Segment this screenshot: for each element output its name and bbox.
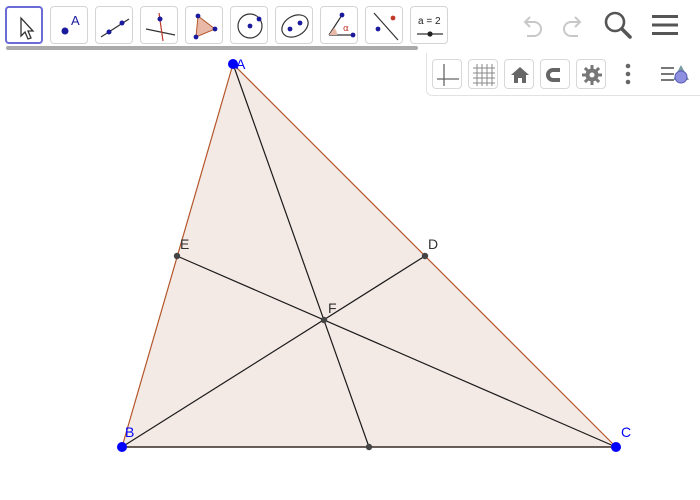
reflect-about-line-icon: [373, 12, 399, 41]
line-tool[interactable]: [95, 6, 133, 44]
polygon-icon: [193, 13, 218, 40]
angle-icon: α: [328, 12, 356, 38]
toolbar-scrollbar[interactable]: [6, 46, 418, 50]
svg-text:α: α: [343, 24, 349, 34]
point-icon: A: [61, 13, 80, 35]
more-vertical-icon[interactable]: [618, 59, 638, 89]
undo-icon[interactable]: [517, 8, 551, 42]
move-tool[interactable]: [5, 6, 43, 44]
svg-text:a = 2: a = 2: [418, 16, 441, 27]
label-f: F: [328, 300, 337, 316]
home-icon: [511, 67, 529, 83]
perpendicular-line-icon: [145, 12, 176, 42]
point-d[interactable]: [421, 252, 429, 260]
search-icon[interactable]: [601, 8, 635, 42]
svg-text:A: A: [71, 13, 80, 28]
circle-tool[interactable]: [230, 6, 268, 44]
toggle-grid-button[interactable]: [468, 59, 498, 89]
menu-icon[interactable]: [648, 8, 682, 42]
graphics-style-bar: [426, 53, 700, 96]
gear-icon: [582, 65, 602, 85]
axes-icon: [437, 64, 459, 86]
label-b: B: [125, 424, 134, 440]
magnet-icon: [546, 68, 563, 82]
triangle-abc[interactable]: [121, 62, 618, 448]
point-tool[interactable]: A: [50, 6, 88, 44]
label-c: C: [621, 424, 631, 440]
label-a: A: [236, 56, 246, 72]
cursor-arrow-icon: [20, 16, 35, 40]
toggle-axes-button[interactable]: [432, 59, 462, 89]
polygon-tool[interactable]: [185, 6, 223, 44]
point-c[interactable]: [611, 442, 621, 452]
point-e[interactable]: [173, 252, 181, 260]
settings-button[interactable]: [576, 59, 606, 89]
angle-tool[interactable]: α: [320, 6, 358, 44]
toolbar: A α a = 2: [0, 0, 700, 52]
reflect-tool[interactable]: [365, 6, 403, 44]
conic-tool[interactable]: [275, 6, 313, 44]
point-capturing-button[interactable]: [540, 59, 570, 89]
grid-icon: [473, 64, 495, 86]
point-foot-bc[interactable]: [365, 443, 373, 451]
perpendicular-line-tool[interactable]: [140, 6, 178, 44]
point-b[interactable]: [117, 442, 127, 452]
redo-icon[interactable]: [554, 8, 588, 42]
style-bar-toggle-icon[interactable]: [659, 59, 695, 89]
label-e: E: [180, 236, 189, 252]
standard-view-button[interactable]: [504, 59, 534, 89]
slider-tool[interactable]: a = 2: [410, 6, 448, 44]
label-d: D: [428, 236, 438, 252]
line-through-points-icon: [100, 18, 130, 38]
ellipse-icon: [281, 14, 309, 38]
circle-center-point-icon: [237, 13, 263, 39]
point-f[interactable]: [320, 316, 328, 324]
slider-icon: a = 2: [417, 16, 443, 37]
